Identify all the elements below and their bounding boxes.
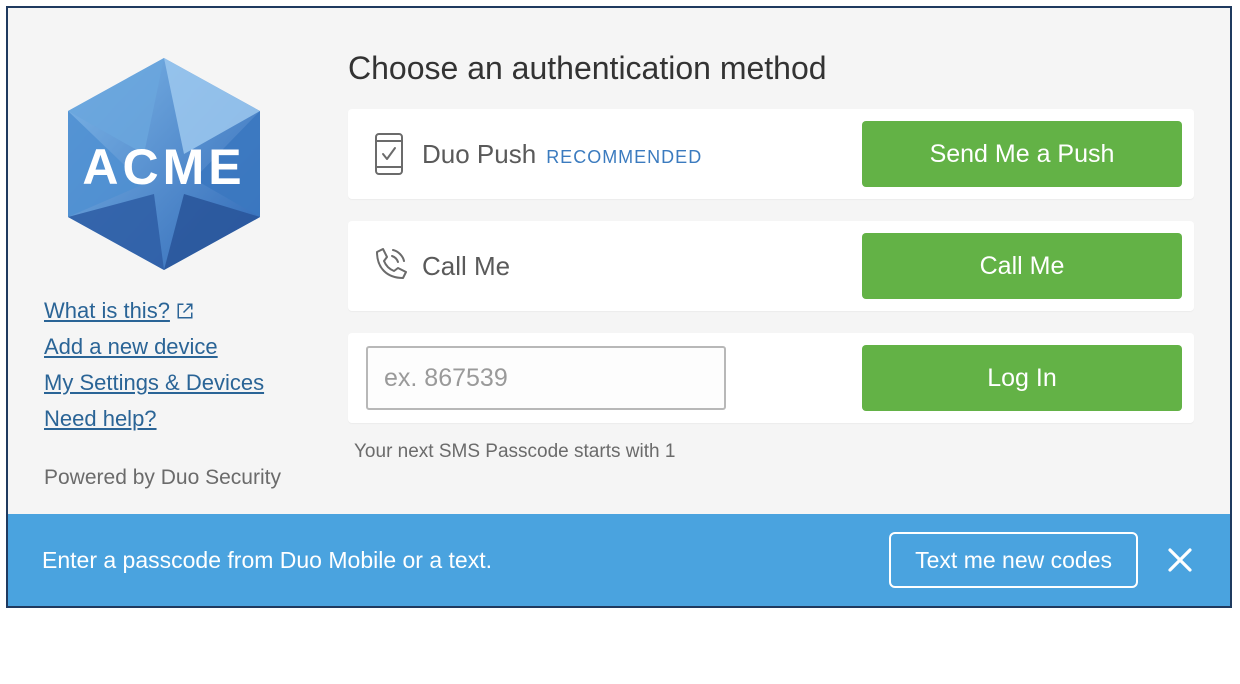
link-label: What is this? [44,298,170,324]
sidebar: ACME What is this? Add a new device My S… [44,44,304,490]
passcode-hint: Your next SMS Passcode starts with 1 [354,441,1194,463]
notification-message: Enter a passcode from Duo Mobile or a te… [42,547,889,574]
page-title: Choose an authentication method [348,50,1194,87]
external-link-icon [176,302,194,320]
close-icon [1167,547,1193,573]
method-label-wrap: Call Me [412,251,862,282]
logo-text: ACME [82,139,245,195]
link-label: Add a new device [44,334,218,360]
org-logo: ACME [44,44,284,284]
text-new-codes-button[interactable]: Text me new codes [889,532,1138,588]
passcode-input[interactable] [366,346,726,410]
log-in-button[interactable]: Log In [862,345,1182,411]
recommended-badge: RECOMMENDED [546,147,702,168]
close-button[interactable] [1158,538,1202,582]
method-label: Duo Push [422,139,536,170]
method-row-call: Call Me Call Me [348,221,1194,311]
method-label: Call Me [422,251,510,282]
powered-by: Powered by Duo Security [44,466,304,490]
acme-logo-icon: ACME [44,44,284,284]
link-what-is-this[interactable]: What is this? [44,298,304,324]
send-push-button[interactable]: Send Me a Push [862,121,1182,187]
link-add-device[interactable]: Add a new device [44,334,304,360]
phone-call-icon [366,246,412,286]
link-label: My Settings & Devices [44,370,264,396]
call-me-button[interactable]: Call Me [862,233,1182,299]
sidebar-links: What is this? Add a new device My Settin… [44,298,304,432]
auth-prompt-frame: ACME What is this? Add a new device My S… [6,6,1232,608]
main-column: Choose an authentication method Duo Push… [348,44,1194,490]
method-label-wrap: Duo Push RECOMMENDED [412,139,862,170]
link-need-help[interactable]: Need help? [44,406,304,432]
link-label: Need help? [44,406,157,432]
method-row-push: Duo Push RECOMMENDED Send Me a Push [348,109,1194,199]
notification-bar: Enter a passcode from Duo Mobile or a te… [8,514,1230,606]
main-area: ACME What is this? Add a new device My S… [8,8,1230,514]
link-my-settings[interactable]: My Settings & Devices [44,370,304,396]
method-row-passcode: Log In [348,333,1194,423]
phone-check-icon [366,132,412,176]
